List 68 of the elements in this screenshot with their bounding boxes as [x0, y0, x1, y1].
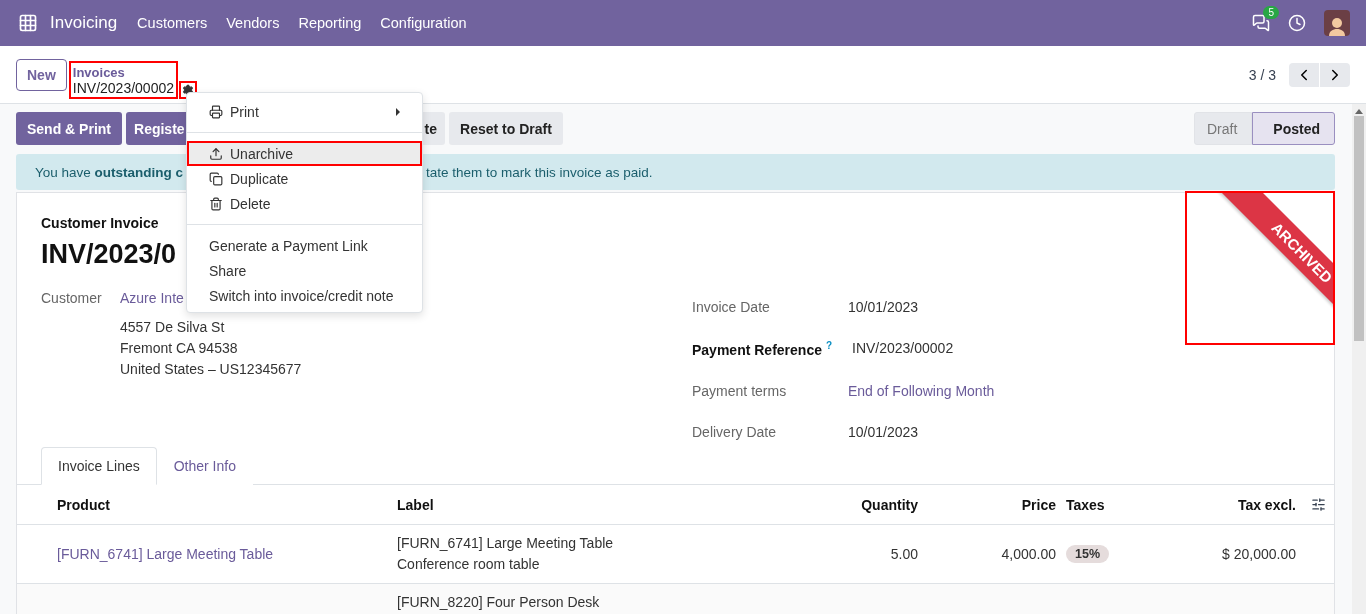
product-link[interactable]: [FURN_6741] Large Meeting Table: [57, 546, 274, 562]
field-label: Delivery Date: [692, 423, 778, 440]
message-count: 5: [1263, 6, 1279, 19]
menu-item[interactable]: Switch into invoice/credit note: [187, 283, 422, 308]
scroll-thumb[interactable]: [1354, 116, 1364, 341]
menu-item-icon: [209, 146, 223, 161]
pager-text: 3 / 3: [1248, 66, 1276, 83]
submenu-caret-icon: [396, 107, 400, 116]
field-value: 10/01/2023: [848, 299, 920, 315]
alert-text: tate them to mark this invoice as paid.: [426, 164, 653, 180]
menu-item[interactable]: Delete: [187, 191, 422, 216]
field-value: 10/01/2023: [848, 423, 920, 440]
app-grid-icon[interactable]: [18, 13, 38, 33]
column-header[interactable]: Taxes: [1056, 496, 1136, 513]
menu-item-icon: [209, 104, 223, 119]
menu-item-icon: [209, 196, 223, 211]
alert-text: You have outstanding c: [35, 164, 184, 180]
price-cell-text: 4,000.00: [1000, 546, 1056, 562]
column-header[interactable]: Label: [397, 496, 818, 513]
nav-menu-item[interactable]: Customers: [137, 15, 208, 31]
new-button[interactable]: New: [16, 58, 67, 91]
tax-tag: 15%: [1066, 545, 1110, 563]
document-title: INV/2023/0: [41, 239, 177, 270]
label-cell-text: [FURN_8220] Four Person Desk: [397, 593, 601, 612]
field-label: Customer: [41, 289, 103, 308]
help-mark[interactable]: ?: [825, 340, 833, 352]
menu-item[interactable]: Generate a Payment Link: [187, 233, 422, 258]
menu-item[interactable]: Unarchive: [187, 141, 422, 166]
avatar[interactable]: [1324, 10, 1350, 36]
label-cell-text: Conference room table: [397, 555, 541, 574]
scrollbar[interactable]: [1352, 104, 1366, 614]
address-line: 4557 De Silva St: [120, 318, 226, 337]
field-value-link[interactable]: End of Following Month: [848, 382, 995, 399]
column-header[interactable]: Tax excl.: [1136, 496, 1296, 513]
status-step[interactable]: Posted: [1252, 112, 1335, 145]
menu-item[interactable]: Duplicate: [187, 166, 422, 191]
record-name: INV/2023/00002: [72, 79, 174, 96]
nav-menu-item[interactable]: Vendors: [226, 15, 280, 31]
nav-menu-item[interactable]: Configuration: [380, 15, 467, 31]
menu-item[interactable]: Share: [187, 258, 422, 283]
field-value: INV/2023/00002: [851, 340, 955, 357]
chat-icon[interactable]: [1252, 14, 1270, 32]
column-header[interactable]: Quantity: [818, 496, 918, 513]
action-button[interactable]: Send & Print: [16, 112, 122, 145]
app-name[interactable]: Invoicing: [50, 13, 118, 33]
previous-button[interactable]: [1289, 62, 1319, 87]
document-type: Customer Invoice: [41, 215, 159, 231]
breadcrumb-link[interactable]: Invoices: [72, 64, 174, 80]
action-button[interactable]: Reset to Draft: [449, 112, 563, 145]
nav-menu-item[interactable]: Reporting: [298, 15, 362, 31]
quantity-cell-text: 5.00: [889, 546, 918, 562]
status-step[interactable]: Draft: [1193, 112, 1253, 145]
label-cell-text: [FURN_6741] Large Meeting Table: [397, 534, 615, 553]
field-label: Payment Reference $^{?}$: [692, 340, 834, 358]
scroll-up-icon[interactable]: [1355, 109, 1363, 114]
total-cell-text: $ 20,000.00: [1221, 546, 1296, 562]
tab[interactable]: Invoice Lines: [41, 447, 157, 485]
field-label: Invoice Date: [692, 299, 771, 315]
field-label: Payment terms: [692, 382, 788, 399]
column-header[interactable]: Product: [57, 496, 397, 513]
address-line: United States – US12345677: [120, 360, 303, 379]
next-button[interactable]: [1320, 62, 1350, 87]
column-settings-icon[interactable]: [1311, 497, 1326, 512]
address-line: Fremont CA 94538: [120, 339, 239, 358]
clock-icon[interactable]: [1288, 14, 1306, 32]
customer-link[interactable]: Azure Inte: [120, 288, 184, 309]
menu-item-icon: [209, 171, 223, 186]
column-header[interactable]: Price: [918, 496, 1056, 513]
